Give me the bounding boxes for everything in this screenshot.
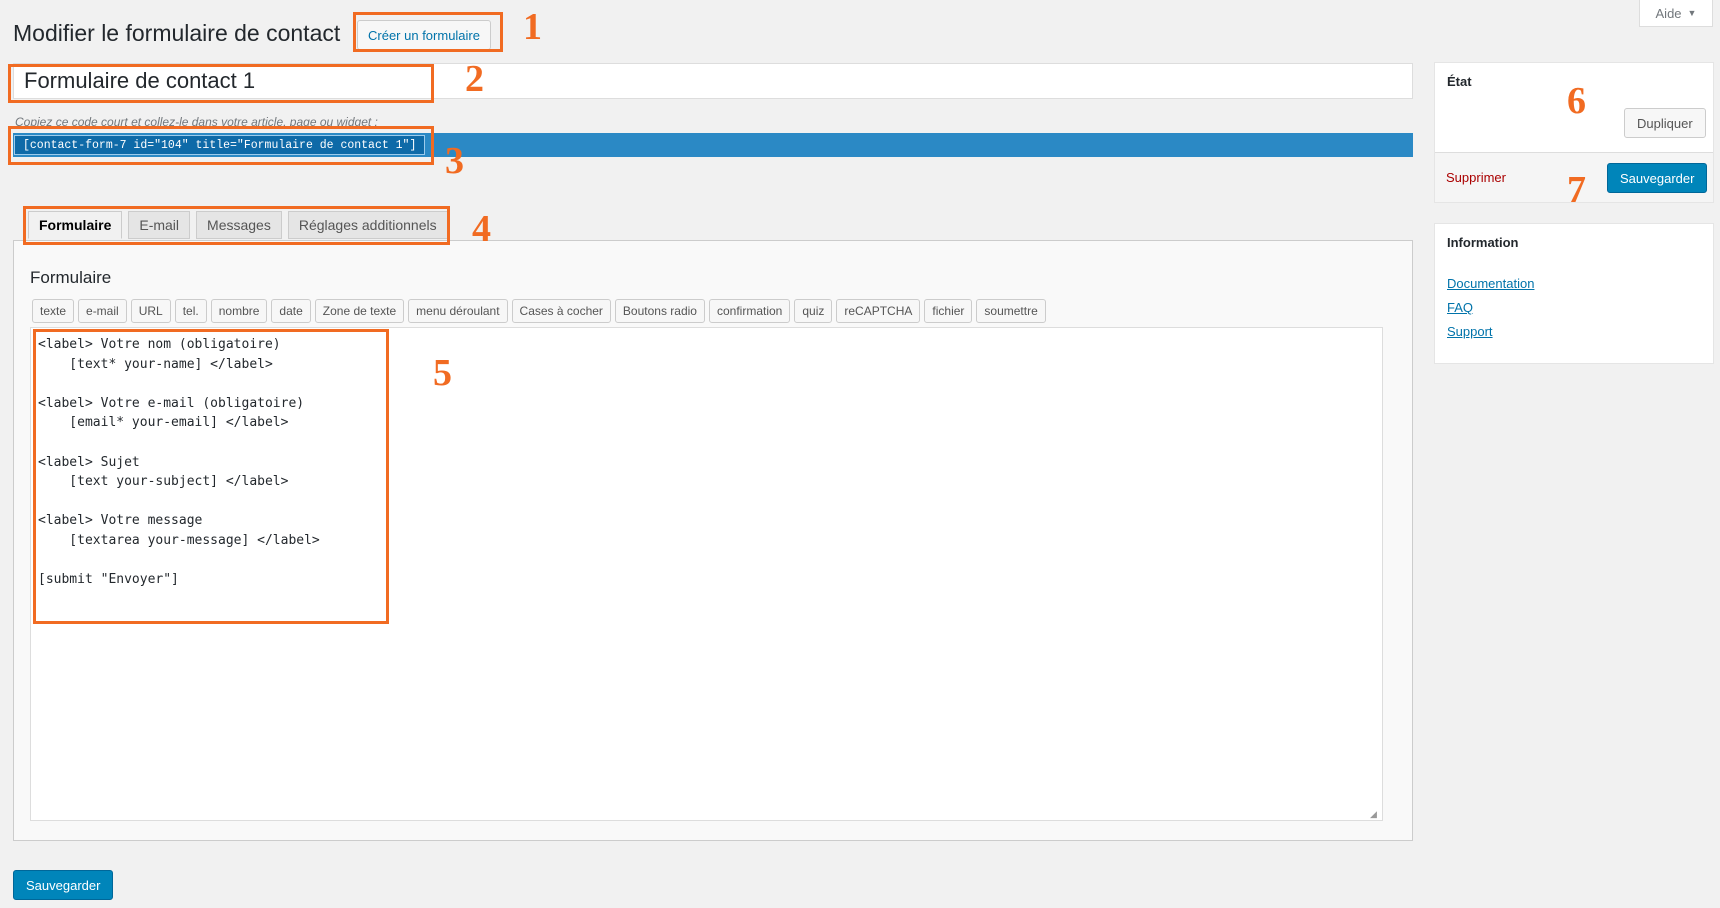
save-button-bottom[interactable]: Sauvegarder <box>13 870 114 900</box>
duplicate-button[interactable]: Dupliquer <box>1624 108 1706 138</box>
annotation-number-2: 2 <box>465 58 484 100</box>
tag-button-textarea[interactable]: Zone de texte <box>314 299 405 323</box>
annotation-number-1: 1 <box>523 6 542 48</box>
help-tab[interactable]: Aide ▼ <box>1639 0 1713 27</box>
tag-button-url[interactable]: URL <box>130 299 171 323</box>
annotation-number-4: 4 <box>472 208 491 250</box>
information-box-title: Information <box>1447 235 1519 250</box>
faq-link[interactable]: FAQ <box>1447 300 1473 315</box>
tag-button-radio[interactable]: Boutons radio <box>614 299 705 323</box>
resize-handle-icon[interactable]: ◢ <box>1370 809 1380 819</box>
panel-title: Formulaire <box>30 268 112 287</box>
tag-button-email[interactable]: e-mail <box>78 299 127 323</box>
help-label: Aide <box>1655 5 1682 21</box>
chevron-down-icon: ▼ <box>1687 8 1697 18</box>
tag-button-quiz[interactable]: quiz <box>794 299 833 323</box>
form-title-input[interactable]: Formulaire de contact 1 <box>13 63 1413 99</box>
tab-email[interactable]: E-mail <box>128 211 191 239</box>
tag-button-tel[interactable]: tel. <box>174 299 207 323</box>
form-template-editor[interactable]: <label> Votre nom (obligatoire) [text* y… <box>30 327 1383 821</box>
shortcode-field[interactable]: [contact-form-7 id="104" title="Formulai… <box>14 135 426 155</box>
editor-tabs: Formulaire E-mail Messages Réglages addi… <box>28 211 448 239</box>
tab-formulaire[interactable]: Formulaire <box>28 211 123 239</box>
annotation-number-6: 6 <box>1567 80 1586 122</box>
tab-messages[interactable]: Messages <box>196 211 282 239</box>
tag-button-date[interactable]: date <box>271 299 311 323</box>
tag-button-text[interactable]: texte <box>32 299 75 323</box>
save-button[interactable]: Sauvegarder <box>1607 163 1708 193</box>
page-title: Modifier le formulaire de contact <box>13 20 341 46</box>
status-box-title: État <box>1447 74 1472 89</box>
tag-button-acceptance[interactable]: confirmation <box>708 299 791 323</box>
tag-button-menu[interactable]: menu déroulant <box>408 299 508 323</box>
documentation-link[interactable]: Documentation <box>1447 276 1534 291</box>
support-link[interactable]: Support <box>1447 324 1493 339</box>
tag-button-recaptcha[interactable]: reCAPTCHA <box>836 299 921 323</box>
tab-additional-settings[interactable]: Réglages additionnels <box>287 211 448 239</box>
delete-link[interactable]: Supprimer <box>1446 170 1506 185</box>
add-new-form-button[interactable]: Créer un formulaire <box>357 20 491 50</box>
tag-button-submit[interactable]: soumettre <box>976 299 1046 323</box>
annotation-number-5: 5 <box>433 352 452 394</box>
tag-generator-buttons: texte e-mail URL tel. nombre date Zone d… <box>32 299 1046 323</box>
tag-button-checkbox[interactable]: Cases à cocher <box>511 299 611 323</box>
tag-button-file[interactable]: fichier <box>924 299 973 323</box>
annotation-number-7: 7 <box>1567 169 1586 211</box>
tag-button-number[interactable]: nombre <box>210 299 268 323</box>
annotation-number-3: 3 <box>445 140 464 182</box>
shortcode-description: Copiez ce code court et collez-le dans v… <box>15 115 378 129</box>
